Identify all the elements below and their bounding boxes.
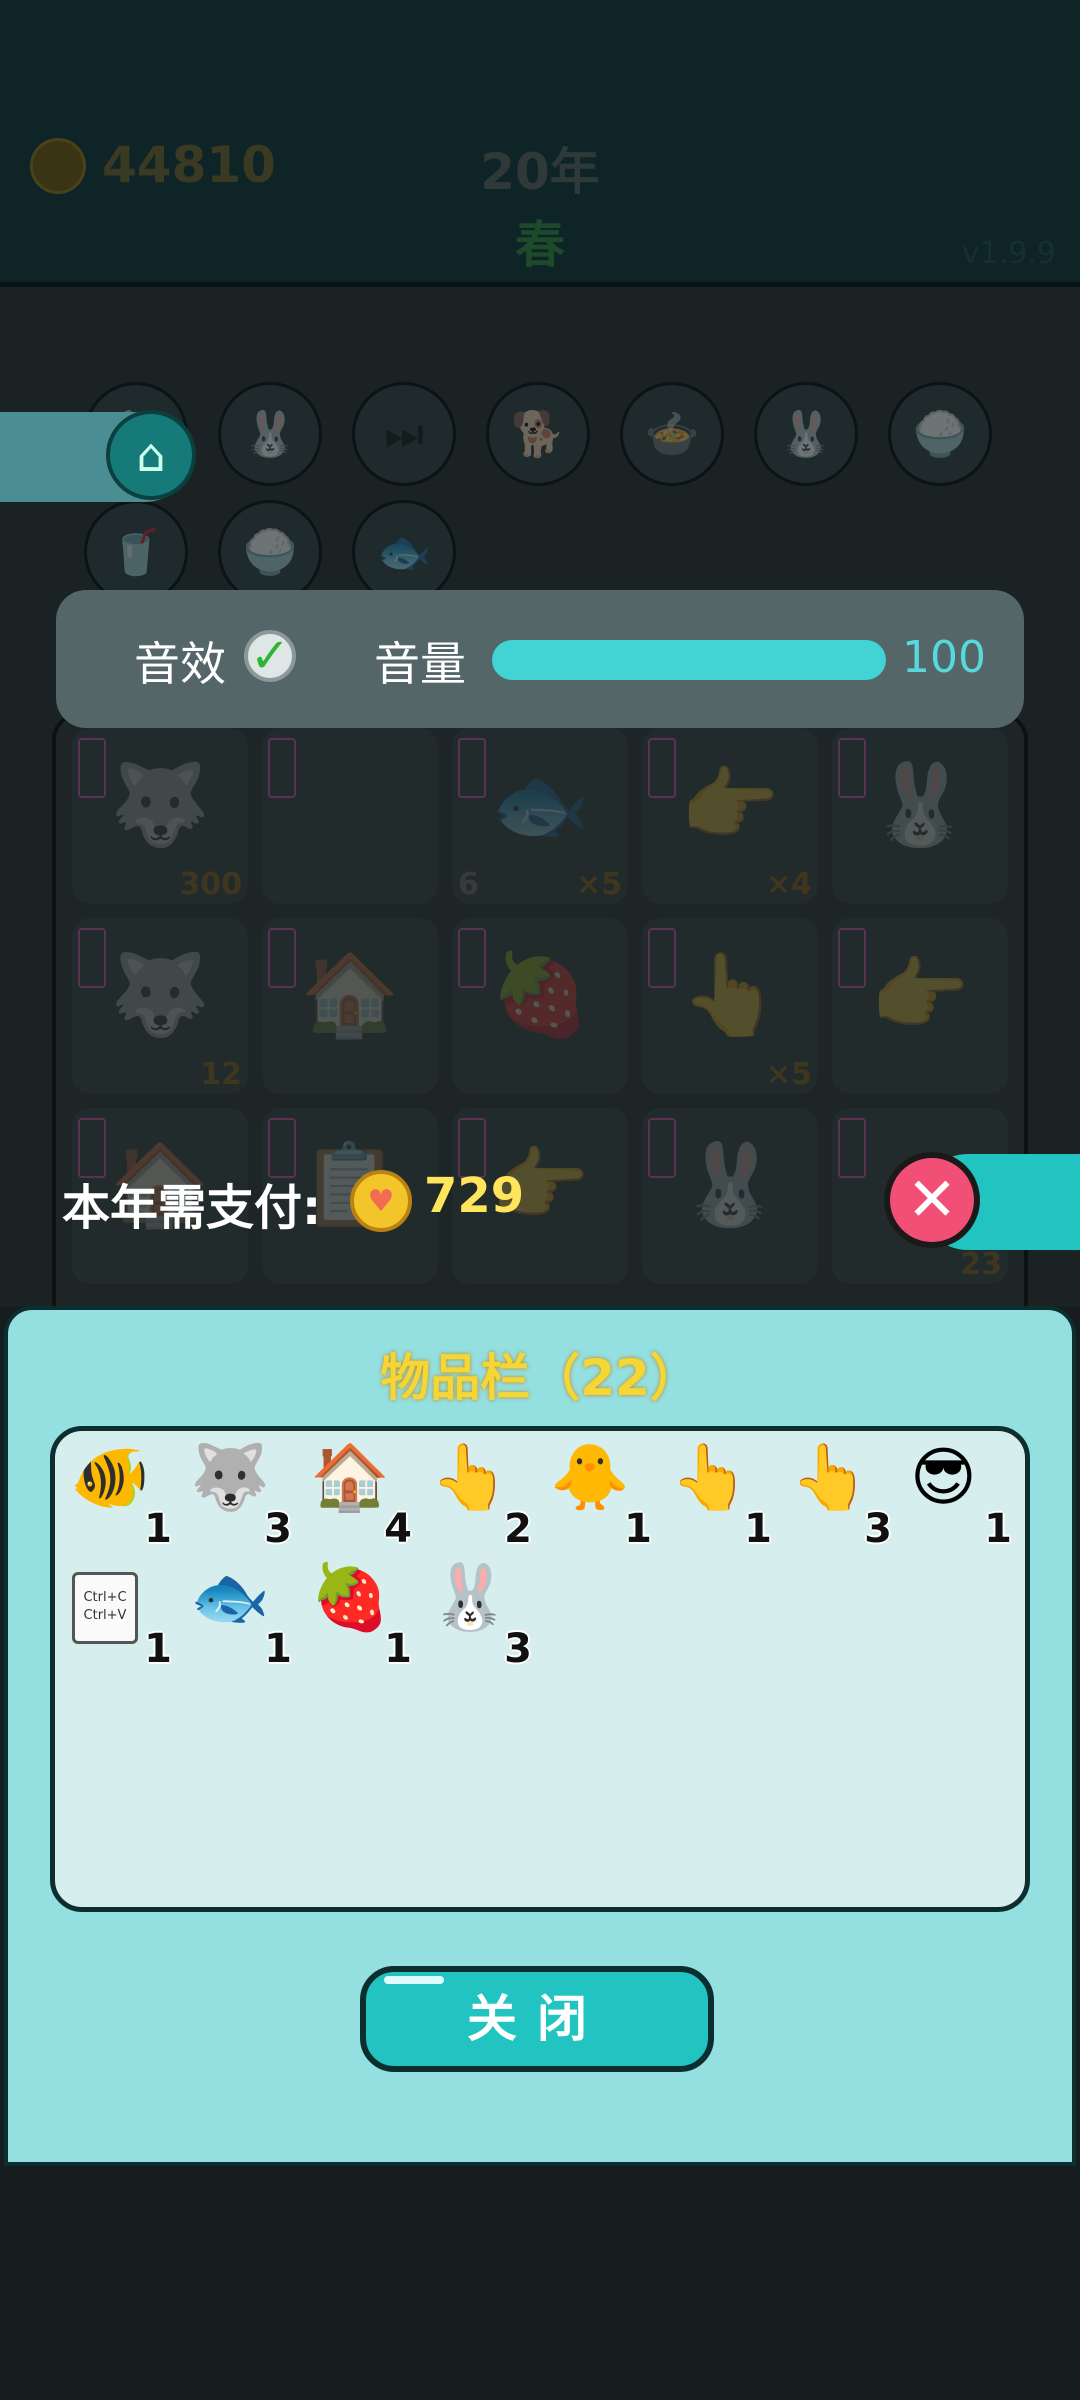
inventory-item-copy-paste[interactable]: Ctrl+C Ctrl+V 1: [62, 1562, 172, 1672]
annual-payment-amount: 729: [424, 1168, 525, 1224]
cell-count: 300: [179, 867, 242, 902]
yellow-finger-icon: 👆: [670, 1441, 750, 1515]
cell-item-icon: 👉: [680, 758, 780, 851]
cell-item-icon: 🐟: [490, 758, 590, 851]
brown-finger-icon: 👆: [430, 1441, 510, 1515]
annual-payment-label: 本年需支付:: [62, 1180, 322, 1236]
version-label: v1.9.9: [961, 236, 1056, 271]
season-label: 春: [515, 216, 565, 274]
lychee-icon: 🍓: [310, 1561, 390, 1635]
cell-item-icon: 🐰: [680, 1138, 780, 1231]
inventory-item-pet-house[interactable]: 🏠 4: [302, 1442, 412, 1552]
close-x-icon[interactable]: ✕: [884, 1152, 980, 1248]
rice-bowl-icon[interactable]: 🍚: [888, 382, 992, 486]
item-count: 3: [264, 1506, 292, 1552]
item-count: 1: [144, 1506, 172, 1552]
grid-cell[interactable]: 👆 ×5: [642, 918, 818, 1094]
inventory-item-yellow-finger[interactable]: 👆 1: [662, 1442, 772, 1552]
cell-item-icon: 🐺: [110, 948, 210, 1041]
sound-effect-label: 音效: [134, 637, 226, 691]
inventory-item-fish[interactable]: 🐟 1: [182, 1562, 292, 1672]
inventory-item-green-hair-man[interactable]: 😎 1: [902, 1442, 1012, 1552]
cell-item-icon: 👆: [680, 948, 780, 1041]
item-count: 3: [864, 1506, 892, 1552]
grid-cell[interactable]: 👉: [832, 918, 1008, 1094]
item-count: 1: [144, 1626, 172, 1672]
inventory-item-lychee[interactable]: 🍓 1: [302, 1562, 412, 1672]
inventory-item-husky-king[interactable]: 🐺 3: [182, 1442, 292, 1552]
grid-cell[interactable]: 🐰: [832, 728, 1008, 904]
item-count: 1: [984, 1506, 1012, 1552]
rarity-tag: [838, 1118, 866, 1178]
fish-bowl-icon[interactable]: 🐟: [352, 500, 456, 604]
grid-cell[interactable]: 🐰: [642, 1108, 818, 1284]
grid-cell[interactable]: 🐟 ×5 6: [452, 728, 628, 904]
grid-cell[interactable]: 🐺 12: [72, 918, 248, 1094]
cell-count: ×5: [765, 1057, 812, 1092]
rarity-tag: [268, 738, 296, 798]
item-grid: 🐺 300 🐟 ×5 6 👉 ×4 🐰 🐺 12 🏠 🍓 👆 ×5 👉 🏠 📋 👉 🐰 23: [52, 712, 1028, 1332]
inventory-item-chick[interactable]: 🐥 1: [542, 1442, 652, 1552]
item-count: 2: [504, 1506, 532, 1552]
cell-item-icon: 🐺: [110, 758, 210, 851]
grid-cell[interactable]: 🏠: [262, 918, 438, 1094]
green-hair-man-icon: 😎: [910, 1441, 977, 1515]
cell-item-icon: 🐰: [870, 758, 970, 851]
rabbit-icon: 🐰: [430, 1561, 510, 1635]
rabbit-coin-icon[interactable]: 🐰: [218, 382, 322, 486]
cell-count: ×5: [575, 867, 622, 902]
grid-cell[interactable]: [262, 728, 438, 904]
pet-house-icon: 🏠: [310, 1441, 390, 1515]
rabbit-pink-icon[interactable]: 🐰: [754, 382, 858, 486]
item-count: 1: [264, 1626, 292, 1672]
sound-effect-checkbox[interactable]: ✓: [244, 630, 296, 682]
item-count: 4: [384, 1506, 412, 1552]
cell-count-left: 6: [458, 867, 479, 902]
volume-slider-fill: [492, 640, 886, 680]
cell-item-icon: 🍓: [490, 948, 590, 1041]
cell-count: ×4: [765, 867, 812, 902]
item-count: 1: [744, 1506, 772, 1552]
button-shine: [384, 1976, 444, 1984]
item-count: 3: [504, 1626, 532, 1672]
volume-value: 100: [902, 632, 986, 683]
inventory-item-rabbit[interactable]: 🐰 3: [422, 1562, 532, 1672]
drink-icon[interactable]: 🥤: [84, 500, 188, 604]
item-count: 1: [624, 1506, 652, 1552]
chick-icon: 🐥: [550, 1441, 630, 1515]
inventory-title: 物品栏（22）: [380, 1349, 700, 1407]
cell-item-icon: 👉: [870, 948, 970, 1041]
inventory-item-brown-finger[interactable]: 👆 2: [422, 1442, 532, 1552]
cell-item-icon: 🏠: [300, 948, 400, 1041]
grid-cell[interactable]: 🐺 300: [72, 728, 248, 904]
rice-bowl-coin-icon[interactable]: 🍚: [218, 500, 322, 604]
home-icon[interactable]: ⌂: [106, 410, 196, 500]
heart-coin-icon: ♥: [350, 1170, 412, 1232]
gray-finger-icon: 👆: [790, 1441, 870, 1515]
husky-king-icon: 🐺: [190, 1441, 270, 1515]
cell-count: 12: [200, 1057, 242, 1092]
inventory-item-koi-fish[interactable]: 🐠 1: [62, 1442, 172, 1552]
volume-label: 音量: [374, 637, 466, 691]
inventory-item-gray-finger[interactable]: 👆 3: [782, 1442, 892, 1552]
year-label: 20年: [480, 143, 600, 201]
copy-paste-icon: Ctrl+C Ctrl+V: [72, 1572, 138, 1644]
skip-icon[interactable]: ⏭: [352, 382, 456, 486]
item-count: 1: [384, 1626, 412, 1672]
dog-coin-icon[interactable]: 🐕: [486, 382, 590, 486]
fish-icon: 🐟: [190, 1561, 270, 1635]
grid-cell[interactable]: 🍓: [452, 918, 628, 1094]
pot-icon[interactable]: 🍲: [620, 382, 724, 486]
koi-fish-icon: 🐠: [70, 1441, 150, 1515]
grid-cell[interactable]: 👉 ×4: [642, 728, 818, 904]
cell-count: 23: [960, 1247, 1002, 1282]
